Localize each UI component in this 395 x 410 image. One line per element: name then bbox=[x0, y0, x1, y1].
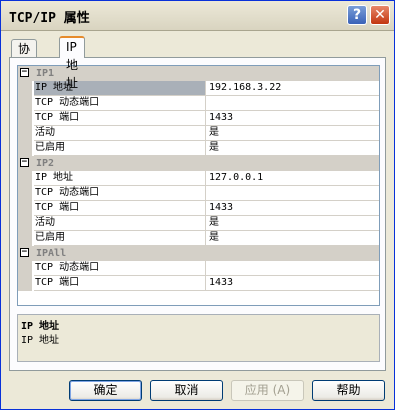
property-value[interactable]: 192.168.3.22 bbox=[206, 81, 379, 96]
property-name: TCP 动态端口 bbox=[34, 96, 206, 111]
property-name: 活动 bbox=[34, 216, 206, 231]
row-gutter bbox=[18, 171, 32, 186]
category-header: − IPAll bbox=[18, 246, 379, 261]
property-value[interactable]: 127.0.0.1 bbox=[206, 171, 379, 186]
category-label: IP1 bbox=[36, 68, 55, 79]
property-name: IP 地址 bbox=[34, 171, 206, 186]
property-row[interactable]: 已启用是 bbox=[18, 231, 379, 246]
property-value[interactable]: 是 bbox=[206, 231, 379, 246]
collapse-toggle-icon[interactable]: − bbox=[20, 248, 29, 257]
property-row[interactable]: TCP 端口 1433 bbox=[18, 276, 379, 291]
property-value[interactable] bbox=[206, 186, 379, 201]
property-value[interactable]: 是 bbox=[206, 141, 379, 156]
window-title: TCP/IP 属性 bbox=[9, 11, 90, 26]
collapse-toggle-icon[interactable]: − bbox=[20, 68, 29, 77]
property-value[interactable] bbox=[206, 96, 379, 111]
property-name: TCP 端口 bbox=[34, 111, 206, 126]
property-row[interactable]: 已启用是 bbox=[18, 141, 379, 156]
property-name: 已启用 bbox=[34, 141, 206, 156]
row-gutter bbox=[18, 96, 32, 111]
property-value[interactable] bbox=[206, 261, 379, 276]
tab-panel: − IP1 IP 地址 192.168.3.22 TCP 动态端口 TCP 端口 1433 活… bbox=[9, 57, 386, 371]
row-gutter bbox=[18, 276, 32, 291]
property-row[interactable]: TCP 动态端口 bbox=[18, 261, 379, 276]
cancel-button[interactable]: 取消 bbox=[150, 380, 223, 401]
category-label: IP2 bbox=[36, 158, 55, 169]
property-value[interactable]: 是 bbox=[206, 126, 379, 141]
row-gutter bbox=[18, 141, 32, 156]
property-row[interactable]: TCP 动态端口 bbox=[18, 186, 379, 201]
property-row[interactable]: 活动是 bbox=[18, 126, 379, 141]
property-row[interactable]: TCP 端口 1433 bbox=[18, 111, 379, 126]
property-name: 活动 bbox=[34, 126, 206, 141]
row-gutter bbox=[18, 126, 32, 141]
row-gutter bbox=[18, 231, 32, 246]
row-gutter bbox=[18, 201, 32, 216]
description-title: IP 地址 bbox=[21, 321, 60, 332]
property-value[interactable]: 1433 bbox=[206, 111, 379, 126]
property-row[interactable]: IP 地址 127.0.0.1 bbox=[18, 171, 379, 186]
row-gutter bbox=[18, 186, 32, 201]
property-value[interactable]: 1433 bbox=[206, 276, 379, 291]
row-gutter bbox=[18, 261, 32, 276]
property-name: TCP 动态端口 bbox=[34, 186, 206, 201]
category-label: IPAll bbox=[36, 248, 67, 259]
property-name: TCP 动态端口 bbox=[34, 261, 206, 276]
row-gutter bbox=[18, 111, 32, 126]
property-name: TCP 端口 bbox=[34, 201, 206, 216]
help-icon[interactable]: ? bbox=[347, 5, 367, 25]
description-text: IP 地址 bbox=[21, 335, 60, 346]
close-icon[interactable]: ✕ bbox=[370, 5, 390, 25]
property-value[interactable]: 1433 bbox=[206, 201, 379, 216]
row-gutter bbox=[18, 216, 32, 231]
tab-protocol[interactable]: 协议 bbox=[11, 39, 38, 74]
property-row[interactable]: 活动是 bbox=[18, 216, 379, 231]
apply-button[interactable]: 应用 (A) bbox=[231, 380, 304, 401]
description-pane: IP 地址 IP 地址 bbox=[17, 314, 380, 362]
tab-ip-address[interactable]: IP 地址 bbox=[59, 36, 85, 90]
property-name: 已启用 bbox=[34, 231, 206, 246]
property-name: TCP 端口 bbox=[34, 276, 206, 291]
property-name: IP 地址 bbox=[34, 81, 206, 96]
title-bar: TCP/IP 属性 ? ✕ bbox=[1, 1, 394, 31]
property-row[interactable]: TCP 端口 1433 bbox=[18, 201, 379, 216]
property-value[interactable]: 是 bbox=[206, 216, 379, 231]
property-row[interactable]: TCP 动态端口 bbox=[18, 96, 379, 111]
property-grid: − IP1 IP 地址 192.168.3.22 TCP 动态端口 TCP 端口 1433 活… bbox=[17, 65, 380, 306]
row-gutter bbox=[18, 81, 32, 96]
help-button[interactable]: 帮助 bbox=[312, 380, 385, 401]
tcpip-properties-dialog: TCP/IP 属性 ? ✕ 协议 IP 地址 −IP1IP 地址192.168.… bbox=[0, 0, 395, 410]
category-header: − IP2 bbox=[18, 156, 379, 171]
ok-button[interactable]: 确定 bbox=[69, 380, 142, 401]
collapse-toggle-icon[interactable]: − bbox=[20, 158, 29, 167]
